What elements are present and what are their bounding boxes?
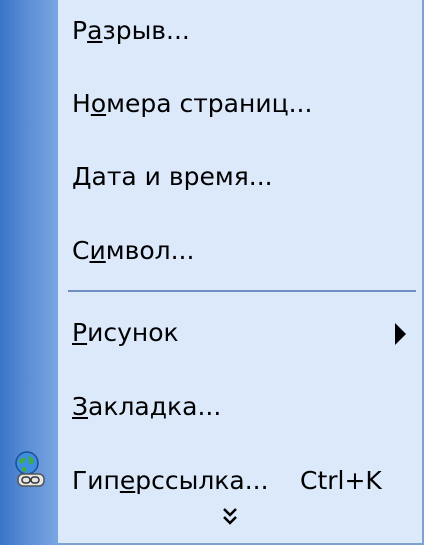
menu-item-bookmark-label: Закладка... [72, 392, 222, 421]
menu-item-date-time[interactable]: Дата и время... [0, 148, 424, 208]
menu-item-date-time-label: Дата и время... [72, 162, 273, 191]
hyperlink-globe-icon [15, 451, 45, 487]
menu-item-page-numbers[interactable]: Номера страниц... [0, 75, 424, 135]
menu-item-page-numbers-label: Номера страниц... [72, 89, 313, 118]
chevron-right-icon [395, 323, 406, 345]
double-chevron-down-icon[interactable] [222, 506, 238, 530]
menu-item-hyperlink[interactable]: Гиперссылка... Ctrl+K [0, 452, 424, 512]
menu-item-symbol-label: Символ... [72, 236, 195, 265]
menu-item-hyperlink-label: Гиперссылка... [72, 466, 269, 495]
menu-item-break[interactable]: Разрыв... [0, 2, 424, 62]
menu-item-break-label: Разрыв... [72, 16, 190, 45]
insert-menu: Разрыв... Номера страниц... Дата и время… [0, 0, 424, 545]
menu-item-picture-label: Рисунок [72, 318, 179, 347]
menu-item-bookmark[interactable]: Закладка... [0, 378, 424, 438]
menu-item-picture[interactable]: Рисунок [0, 304, 424, 364]
menu-item-hyperlink-shortcut: Ctrl+K [300, 466, 382, 495]
menu-separator [68, 290, 416, 292]
menu-item-symbol[interactable]: Символ... [0, 222, 424, 282]
